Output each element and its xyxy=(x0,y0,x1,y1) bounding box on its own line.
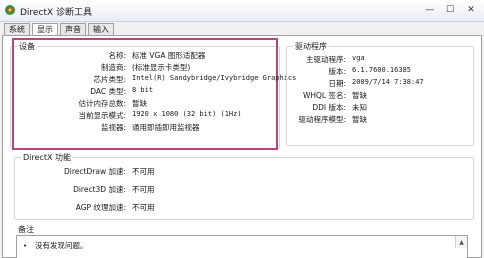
notes-bullet: • xyxy=(23,242,28,250)
window-title: DirectX 诊断工具 xyxy=(20,8,92,18)
window-controls: — ☐ ✕ xyxy=(420,2,482,18)
driver-date-label: 日期: xyxy=(328,79,346,88)
device-name-value: 标准 VGA 图形适配器 xyxy=(132,51,206,60)
notes-title: 备注 xyxy=(18,225,34,234)
driver-version-value: 6.1.7600.16385 xyxy=(352,66,412,74)
device-name-label: 名称: xyxy=(108,51,126,60)
device-memory-value: 暂缺 xyxy=(132,99,147,108)
driver-row-whql: WHQL 签名: 暂缺 xyxy=(290,90,367,101)
scroll-up-arrow-icon[interactable]: ▲ xyxy=(455,236,467,248)
direct3d-value: 不可用 xyxy=(132,185,155,194)
device-monitor-value: 通用即插即用监视器 xyxy=(132,123,200,132)
device-row-memory: 估计内存总数: 暂缺 xyxy=(16,98,147,109)
driver-main-label: 主驱动程序: xyxy=(305,55,346,64)
device-row-manufacturer: 制造商: (标准显示卡类型) xyxy=(16,62,190,73)
device-manufacturer-value: (标准显示卡类型) xyxy=(132,63,191,72)
device-row-name: 名称: 标准 VGA 图形适配器 xyxy=(16,50,205,61)
notes-box: • 没有发现问题。 ▲ xyxy=(16,235,468,258)
device-row-display-mode: 当前显示模式: 1920 x 1080 (32 bit) (1Hz) xyxy=(16,110,242,121)
directx-row-direct3d: Direct3D 加速: 不可用 xyxy=(20,184,155,195)
driver-row-date: 日期: 2009/7/14 7:38:47 xyxy=(290,78,424,89)
directdraw-value: 不可用 xyxy=(132,167,155,176)
close-icon[interactable]: ✕ xyxy=(460,2,482,18)
device-chip-type-value: Intel(R) Sandybridge/Ivybridge Graphics xyxy=(132,74,297,82)
directx-app-icon xyxy=(5,5,15,15)
driver-group-title: 驱动程序 xyxy=(293,41,329,52)
maximize-icon[interactable]: ☐ xyxy=(440,2,460,18)
directx-row-agp: AGP 纹理加速: 不可用 xyxy=(20,202,155,213)
device-row-monitor: 监视器: 通用即插即用监视器 xyxy=(16,122,200,133)
driver-model-label: 驱动程序模型: xyxy=(298,115,346,124)
device-memory-label: 估计内存总数: xyxy=(78,99,126,108)
direct3d-label: Direct3D 加速: xyxy=(73,185,126,194)
directdraw-label: DirectDraw 加速: xyxy=(64,167,126,176)
device-monitor-label: 监视器: xyxy=(100,123,126,132)
agp-texture-label: AGP 纹理加速: xyxy=(75,203,126,212)
device-dac-type-value: 8 bit xyxy=(132,86,154,94)
driver-ddi-value: 未知 xyxy=(352,103,367,112)
driver-model-value: 暂缺 xyxy=(352,115,367,124)
notes-text: 没有发现问题。 xyxy=(35,241,88,250)
driver-date-value: 2009/7/14 7:38:47 xyxy=(352,78,424,86)
device-display-mode-value: 1920 x 1080 (32 bit) (1Hz) xyxy=(132,110,242,118)
device-display-mode-label: 当前显示模式: xyxy=(78,111,126,120)
driver-row-model: 驱动程序模型: 暂缺 xyxy=(290,114,367,125)
driver-whql-label: WHQL 签名: xyxy=(302,91,346,100)
agp-texture-value: 不可用 xyxy=(132,203,155,212)
minimize-icon[interactable]: — xyxy=(420,2,440,18)
device-row-chip-type: 芯片类型: Intel(R) Sandybridge/Ivybridge Gra… xyxy=(16,74,296,85)
driver-row-main: 主驱动程序: vga xyxy=(290,54,365,65)
device-manufacturer-label: 制造商: xyxy=(100,63,126,72)
driver-row-ddi: DDI 版本: 未知 xyxy=(290,102,367,113)
device-row-dac-type: DAC 类型: 8 bit xyxy=(16,86,153,97)
driver-main-value: vga xyxy=(352,54,365,62)
driver-whql-value: 暂缺 xyxy=(352,91,367,100)
directx-features-title: DirectX 功能 xyxy=(21,152,73,163)
driver-ddi-label: DDI 版本: xyxy=(312,103,346,112)
device-dac-type-label: DAC 类型: xyxy=(90,87,126,96)
driver-row-version: 版本: 6.1.7600.16385 xyxy=(290,66,411,77)
driver-version-label: 版本: xyxy=(328,67,346,76)
directx-row-directdraw: DirectDraw 加速: 不可用 xyxy=(20,166,155,177)
device-chip-type-label: 芯片类型: xyxy=(93,75,126,84)
title-bar: DirectX 诊断工具 — ☐ ✕ xyxy=(0,0,484,22)
